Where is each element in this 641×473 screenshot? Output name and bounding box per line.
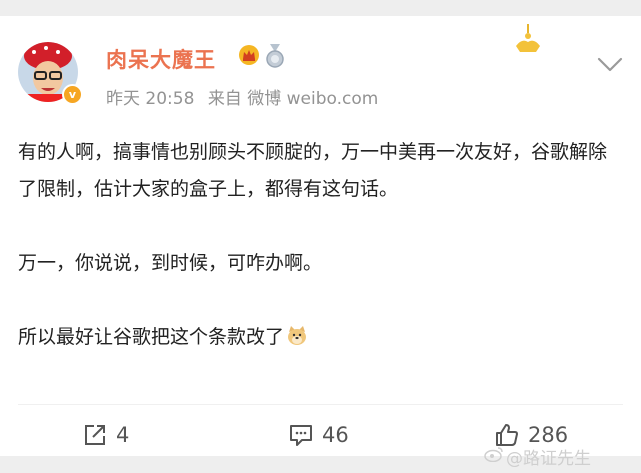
post-source: 来自 微博 weibo.com	[207, 89, 379, 109]
post-paragraph: 有的人啊，搞事情也别顾头不顾腚的，万一中美再一次友好，谷歌解除了限制，估计大家的…	[18, 141, 608, 200]
festive-decoration-icon	[516, 24, 540, 52]
repost-icon	[85, 425, 105, 445]
username[interactable]: 肉呆大魔王	[106, 44, 216, 74]
post-time[interactable]: 昨天 20:58	[106, 89, 194, 109]
post-meta: 昨天 20:58 来自 微博 weibo.com	[106, 84, 386, 109]
medal-icon	[266, 44, 284, 68]
post-paragraph: 万一，你说说，到时候，可咋办啊。	[18, 252, 323, 274]
doge-emoji-icon	[288, 326, 307, 345]
chevron-down-icon[interactable]	[596, 56, 624, 74]
repost-count: 4	[116, 423, 130, 447]
divider	[18, 404, 623, 405]
watermark-text: @路证先生	[506, 449, 591, 469]
post-paragraph-last: 所以最好让谷歌把这个条款改了	[18, 319, 623, 356]
repost-button[interactable]: 4	[82, 420, 129, 450]
comment-icon	[290, 425, 312, 446]
weibo-logo-icon	[484, 447, 503, 462]
post-paragraph-text: 所以最好让谷歌把这个条款改了	[18, 326, 285, 348]
comment-count: 46	[322, 423, 349, 447]
comment-button[interactable]: 46	[288, 420, 349, 450]
crown-icon	[239, 45, 259, 65]
verified-badge-icon: v	[62, 84, 83, 105]
weibo-post-card: v 肉呆大魔王 昨天 20:58 来自 微博 weibo.com 有的人啊，搞事…	[0, 16, 641, 456]
post-content: 有的人啊，搞事情也别顾头不顾腚的，万一中美再一次友好，谷歌解除了限制，估计大家的…	[18, 134, 623, 356]
